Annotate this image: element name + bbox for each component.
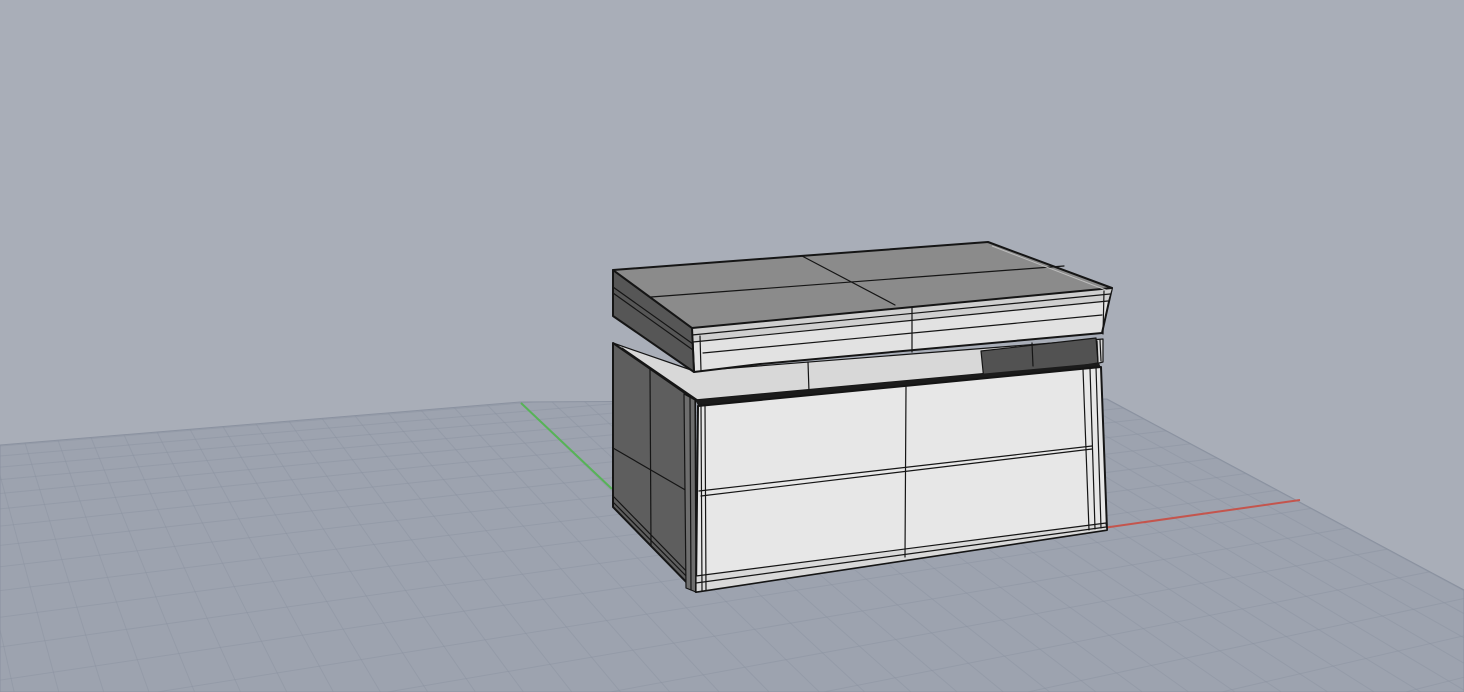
scene-canvas: [0, 0, 1464, 692]
viewport-3d: [0, 0, 1464, 692]
